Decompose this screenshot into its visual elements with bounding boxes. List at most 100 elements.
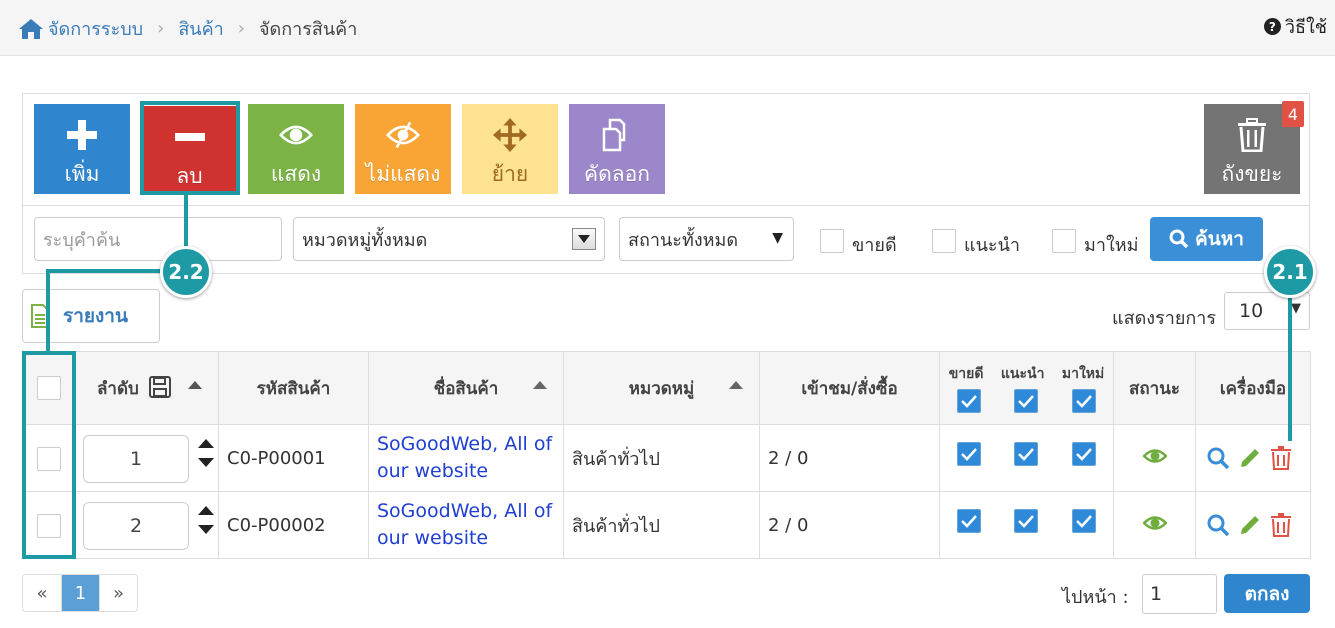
report-button[interactable]: รายงาน (22, 289, 160, 343)
annotation-badge-2-1: 2.1 (1264, 246, 1316, 298)
dropdown-arrow-icon (572, 228, 596, 250)
flags-checks (940, 442, 1113, 466)
home-icon[interactable] (18, 18, 44, 40)
hide-label: ไม่แสดง (365, 162, 441, 186)
status-select[interactable]: สถานะทั้งหมด ▼ (619, 217, 794, 261)
check-icon (1018, 395, 1035, 408)
chevron-right-icon: › (157, 18, 165, 39)
copy-button[interactable]: คัดลอก (569, 104, 665, 194)
breadcrumb-system[interactable]: จัดการระบบ (48, 14, 143, 43)
move-up-icon[interactable] (198, 439, 214, 448)
bestseller-checkbox[interactable] (956, 509, 981, 533)
goto-page-input[interactable]: 1 (1142, 574, 1217, 614)
help-link[interactable]: ? วิธีใช้ (1263, 12, 1327, 41)
flags-cell (939, 491, 1114, 559)
name-cell: SoGoodWeb, All of our website (368, 424, 564, 492)
eye-icon[interactable] (1141, 514, 1168, 532)
page-button-1[interactable]: 1 (61, 575, 99, 611)
bestseller-header-label: ขายดี (948, 366, 984, 382)
pagination: « 1 » (22, 574, 138, 612)
category-cell: สินค้าทั่วไป (563, 424, 760, 492)
search-icon[interactable] (1206, 446, 1230, 470)
goto-ok-button[interactable]: ตกลง (1224, 574, 1310, 613)
add-label: เพิ่ม (64, 162, 100, 186)
hide-button[interactable]: ไม่แสดง (355, 104, 451, 194)
category-header[interactable]: หมวดหมู่ (563, 351, 760, 425)
product-name-link[interactable]: SoGoodWeb, All of our website (369, 431, 563, 485)
code-header-label: รหัสสินค้า (256, 378, 331, 399)
checkbox-column-highlight (22, 351, 76, 559)
pencil-icon[interactable] (1238, 446, 1262, 470)
move-up-icon[interactable] (198, 506, 214, 515)
status-header-label: สถานะ (1129, 378, 1180, 399)
pencil-icon[interactable] (1238, 513, 1262, 537)
bestseller-checkbox[interactable] (820, 229, 844, 253)
name-header[interactable]: ชื่อสินค้า (368, 351, 564, 425)
check-icon (1076, 395, 1093, 408)
breadcrumb: จัดการระบบ › สินค้า › จัดการสินค้า (18, 14, 357, 43)
product-name-link[interactable]: SoGoodWeb, All of our website (369, 498, 563, 552)
recommended-checkbox[interactable] (932, 229, 956, 253)
new-checkbox[interactable] (1072, 509, 1097, 533)
help-label: วิธีใช้ (1284, 17, 1327, 38)
save-icon[interactable] (148, 375, 171, 398)
name-header-label: ชื่อสินค้า (433, 378, 499, 399)
order-input[interactable]: 1 (83, 435, 189, 483)
search-input[interactable]: ระบุคำค้น (34, 217, 282, 261)
flags-header-labels: ขายดี แนะนำ มาใหม่ (940, 363, 1113, 385)
flags-header: ขายดี แนะนำ มาใหม่ (939, 351, 1114, 425)
show-label: แสดง (270, 162, 322, 186)
tools-header-label: เครื่องมือ (1219, 378, 1287, 399)
prev-page-button[interactable]: « (23, 575, 61, 611)
check-icon (1018, 448, 1035, 461)
new-header-label: มาใหม่ (1061, 366, 1105, 382)
goto-page-value: 1 (1150, 583, 1163, 605)
recommended-label: แนะนำ (964, 235, 1020, 256)
recommended-checkbox[interactable] (1014, 442, 1039, 466)
table-row: 2 C0-P00002 SoGoodWeb, All of our websit… (22, 491, 1311, 559)
order-input[interactable]: 2 (83, 502, 189, 550)
check-icon (960, 448, 977, 461)
question-icon: ? (1263, 18, 1281, 35)
new-checkbox[interactable] (1052, 229, 1076, 253)
order-header[interactable]: ลำดับ (74, 351, 219, 425)
show-button[interactable]: แสดง (248, 104, 344, 194)
bestseller-checkbox[interactable] (956, 442, 981, 466)
chevron-right-icon: › (237, 18, 245, 39)
order-value: 1 (129, 448, 143, 470)
new-checkbox[interactable] (1072, 442, 1097, 466)
sort-asc-icon[interactable] (188, 381, 202, 389)
code-header: รหัสสินค้า (218, 351, 369, 425)
sort-asc-icon[interactable] (729, 381, 743, 389)
trash-icon[interactable] (1270, 446, 1292, 470)
panel-divider (23, 205, 1309, 206)
sort-asc-icon[interactable] (533, 381, 547, 389)
views-cell: 2 / 0 (759, 491, 940, 559)
eye-slash-icon (386, 118, 420, 152)
move-down-icon[interactable] (198, 458, 214, 467)
add-button[interactable]: เพิ่ม (34, 104, 130, 194)
next-page-button[interactable]: » (99, 575, 137, 611)
check-icon (1076, 515, 1093, 528)
recommended-checkbox[interactable] (1014, 509, 1039, 533)
eye-icon (279, 118, 313, 152)
trash-icon[interactable] (1270, 513, 1292, 537)
flags-cell (939, 424, 1114, 492)
breadcrumb-products[interactable]: สินค้า (178, 14, 223, 43)
recommended-all-checkbox[interactable] (1014, 389, 1039, 413)
views-cell: 2 / 0 (759, 424, 940, 492)
bestseller-all-checkbox[interactable] (956, 389, 981, 413)
move-button[interactable]: ย้าย (462, 104, 558, 194)
tools-header: เครื่องมือ (1195, 351, 1311, 425)
category-select[interactable]: หมวดหมู่ทั้งหมด (293, 217, 605, 261)
annotation-line (46, 269, 50, 353)
move-down-icon[interactable] (198, 525, 214, 534)
status-cell (1113, 491, 1196, 559)
new-all-checkbox[interactable] (1072, 389, 1097, 413)
search-icon[interactable] (1206, 513, 1230, 537)
copy-icon (600, 118, 634, 152)
eye-icon[interactable] (1141, 447, 1168, 465)
code-cell: C0-P00002 (218, 491, 369, 559)
search-button[interactable]: ค้นหา (1150, 217, 1263, 261)
per-page-select[interactable]: 10 ▼ (1224, 292, 1310, 330)
